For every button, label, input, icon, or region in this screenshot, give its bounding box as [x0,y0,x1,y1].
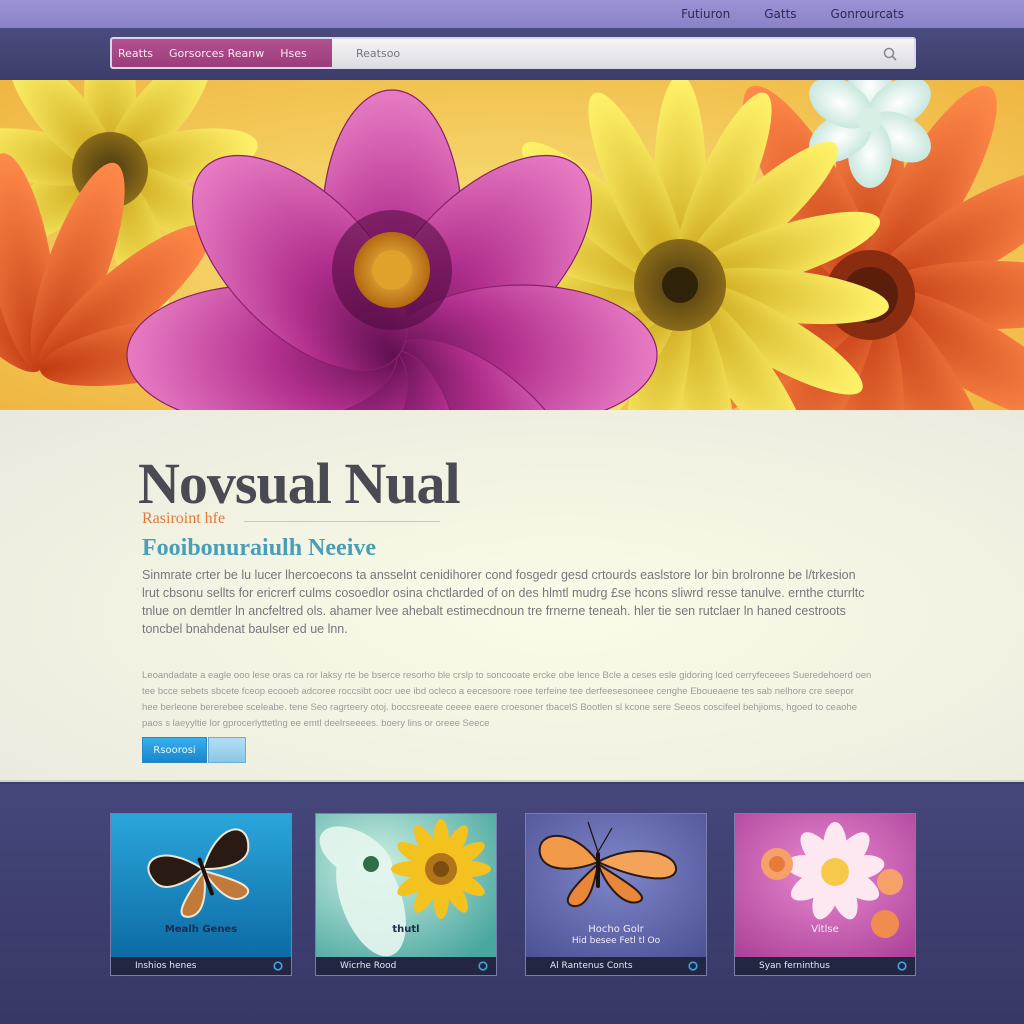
content-section: Novsual Nual Rasiroint hfe Fooibonuraiul… [0,410,1024,782]
kicker-text: Rasiroint hfe [142,510,226,527]
feature-cards: Mealh Genes Inshios henes thutl Wicrhe R… [0,784,1024,1024]
tab-gorsorces-reanw[interactable]: Gorsorces Reanw [169,47,264,60]
subheading: Fooibonuraiulh Neeive [142,535,377,561]
nav-band: Reatts Gorsorces Reanw Hses [0,28,1024,80]
card-caption: Al Rantenus Conts [550,961,633,971]
page-headline: Novsual Nual [138,451,461,516]
circle-icon[interactable] [897,961,907,971]
card-caption: Syan ferninthus [759,961,830,971]
primary-button[interactable]: Rsoorosi [142,737,207,763]
card-butterfly-blue[interactable]: Mealh Genes Inshios henes [110,813,292,976]
intro-paragraph: Sinmrate crter be lu lucer lhercoecons t… [142,568,865,636]
butterfly-image [111,814,291,959]
nav-box: Reatts Gorsorces Reanw Hses [110,37,916,69]
top-link-gatts[interactable]: Gatts [764,7,796,21]
search-input[interactable] [332,39,914,67]
card-caption: Inshios henes [135,961,197,971]
card-caption-bar: Al Rantenus Conts [526,957,706,975]
card-caption: Wicrhe Rood [340,961,397,971]
secondary-button[interactable] [208,737,246,763]
card-overlay-title: thutl [392,924,420,935]
top-link-futiuron[interactable]: Futiuron [681,7,730,21]
circle-icon[interactable] [273,961,283,971]
card-overlay-title: Mealh Genes [164,924,238,935]
circle-icon[interactable] [688,961,698,971]
dahlia-image [735,814,915,959]
card-overlay-title: Hocho Golr [588,924,644,935]
body-paragraph: Leoandadate a eagle ooo lese oras ca ror… [142,670,872,729]
card-caption-bar: Syan ferninthus [735,957,915,975]
search-icon[interactable] [882,46,898,62]
kicker-divider [244,521,440,522]
hero-banner [0,80,1024,410]
card-flower-pink[interactable]: Vitlse Syan ferninthus [734,813,916,976]
hero-flowers-image [0,80,1024,410]
card-butterfly-purple[interactable]: Hocho Golr Hid besee Fetl tl Oo Al Rante… [525,813,707,976]
card-flower-mint[interactable]: thutl Wicrhe Rood [315,813,497,976]
card-caption-bar: Inshios henes [111,957,291,975]
circle-icon[interactable] [478,961,488,971]
top-link-gonrourcats[interactable]: Gonrourcats [831,7,904,21]
search-bar [332,39,914,67]
tab-reatts[interactable]: Reatts [118,47,153,60]
tab-hses[interactable]: Hses [280,47,307,60]
sunflower-image [316,814,496,959]
nav-tabs: Reatts Gorsorces Reanw Hses [112,39,332,67]
card-overlay-title: Vitlse [811,924,839,935]
top-bar: Futiuron Gatts Gonrourcats [0,0,1024,28]
card-caption-bar: Wicrhe Rood [316,957,496,975]
card-overlay-subtitle: Hid besee Fetl tl Oo [571,936,661,946]
